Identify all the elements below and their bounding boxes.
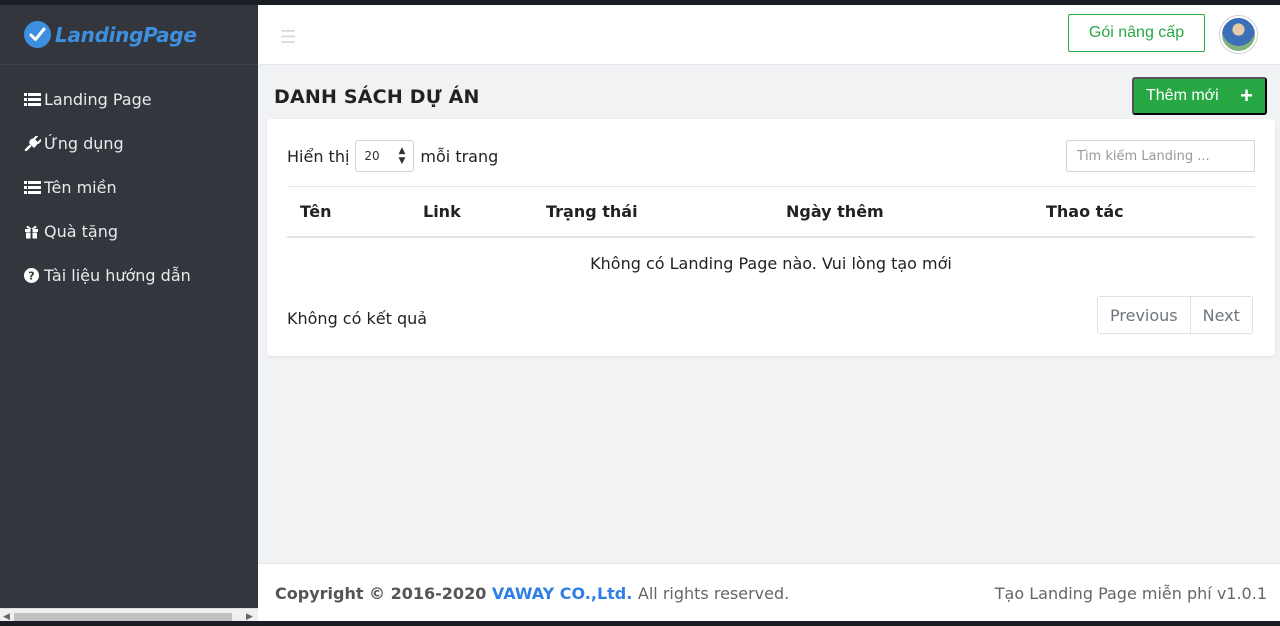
sidebar-item-label: Landing Page <box>44 89 152 109</box>
sidebar-nav: Landing Page Ứng dụng Tên miền Quà tặng … <box>0 65 258 297</box>
add-new-button[interactable]: Thêm mới + <box>1132 77 1267 115</box>
svg-text:?: ? <box>28 269 34 282</box>
list-icon <box>24 180 44 194</box>
result-info: Không có kết quả <box>287 309 428 328</box>
list-icon <box>24 92 44 106</box>
user-avatar[interactable] <box>1220 16 1257 53</box>
plug-icon <box>24 135 44 151</box>
project-table: Tên Link Trạng thái Ngày thêm Thao tác K… <box>287 186 1255 288</box>
gift-icon <box>24 224 44 239</box>
checkmark-logo-icon <box>24 21 51 48</box>
top-header: ☰ Gói nâng cấp <box>258 5 1280 65</box>
question-circle-icon: ? <box>24 267 44 283</box>
page-size-select[interactable]: 20 ▲ ▼ <box>355 140 415 172</box>
column-header-actions[interactable]: Thao tác <box>1046 202 1124 221</box>
sidebar-item-landing-page[interactable]: Landing Page <box>0 77 258 121</box>
search-input[interactable] <box>1066 140 1255 172</box>
project-list-card: Hiển thị 20 ▲▼ mỗi trang Tên Link Trạng … <box>267 119 1275 356</box>
hamburger-menu-icon[interactable]: ☰ <box>280 27 296 48</box>
brand-name: LandingPage <box>55 22 197 47</box>
copyright-prefix: Copyright © 2016-2020 <box>275 584 487 603</box>
sidebar-item-label: Tài liệu hướng dẫn <box>44 265 191 285</box>
bottom-window-strip <box>0 621 1280 626</box>
column-header-link[interactable]: Link <box>423 202 461 221</box>
select-caret-icon: ▲ ▼ <box>398 146 406 166</box>
sidebar-item-ten-mien[interactable]: Tên miền <box>0 165 258 209</box>
copyright-text: Copyright © 2016-2020 VAWAY CO.,Ltd. All… <box>275 584 789 603</box>
brand-logo-area[interactable]: LandingPage <box>0 5 258 65</box>
table-header: Tên Link Trạng thái Ngày thêm Thao tác <box>287 186 1255 238</box>
sidebar-item-label: Tên miền <box>44 177 117 197</box>
show-label: Hiển thị <box>287 146 350 166</box>
upgrade-plan-button[interactable]: Gói nâng cấp <box>1068 14 1205 52</box>
sidebar: LandingPage Landing Page Ứng dụng Tên mi… <box>0 5 258 626</box>
add-new-label: Thêm mới <box>1146 87 1219 104</box>
pagination: Previous Next <box>1097 296 1253 334</box>
next-page-button[interactable]: Next <box>1189 297 1252 333</box>
page-size-value: 20 <box>364 149 380 163</box>
sidebar-item-label: Ứng dụng <box>44 133 124 153</box>
page-size-control: Hiển thị 20 ▲ ▼ mỗi trang <box>287 140 498 172</box>
sidebar-item-ung-dung[interactable]: Ứng dụng <box>0 121 258 165</box>
per-page-label: mỗi trang <box>420 146 499 166</box>
sidebar-item-qua-tang[interactable]: Quà tặng <box>0 209 258 253</box>
sidebar-item-label: Quà tặng <box>44 221 118 241</box>
empty-table-message: Không có Landing Page nào. Vui lòng tạo … <box>590 253 952 273</box>
company-link[interactable]: VAWAY CO.,Ltd. <box>492 584 632 603</box>
plus-icon: + <box>1240 83 1253 108</box>
page-footer: Copyright © 2016-2020 VAWAY CO.,Ltd. All… <box>258 563 1280 621</box>
version-text: Tạo Landing Page miễn phí v1.0.1 <box>994 584 1267 603</box>
previous-page-button[interactable]: Previous <box>1098 297 1190 333</box>
sidebar-item-tai-lieu[interactable]: ? Tài liệu hướng dẫn <box>0 253 258 297</box>
page-title: DANH SÁCH DỰ ÁN <box>274 86 480 108</box>
rights-text: All rights reserved. <box>637 584 790 603</box>
column-header-status[interactable]: Trạng thái <box>546 202 638 221</box>
column-header-name[interactable]: Tên <box>300 202 332 221</box>
column-header-date-added[interactable]: Ngày thêm <box>786 202 884 221</box>
